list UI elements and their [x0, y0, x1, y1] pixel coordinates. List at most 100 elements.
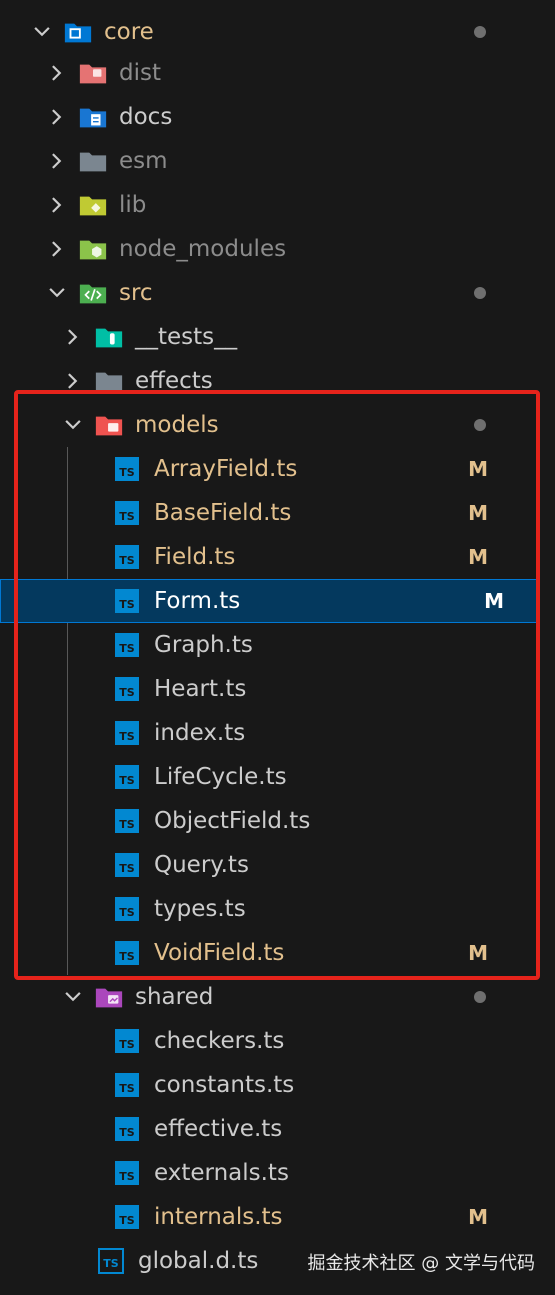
file-label: ArrayField.ts [154, 456, 298, 482]
folder-label: dist [119, 60, 161, 86]
folder-open-icon [93, 983, 125, 1011]
tree-row-file-selected[interactable]: TS Form.ts M [0, 579, 538, 623]
git-modified-badge: M [468, 457, 488, 481]
file-label: types.ts [154, 896, 246, 922]
file-label: LifeCycle.ts [154, 764, 287, 790]
folder-icon [77, 235, 109, 263]
git-modified-badge: M [468, 545, 488, 569]
tree-row-dist[interactable]: dist [0, 51, 538, 95]
file-label: global.d.ts [138, 1248, 259, 1274]
tree-row-tests[interactable]: __tests__ [0, 315, 538, 359]
chevron-right-icon [61, 325, 85, 349]
tree-row-shared[interactable]: shared [0, 975, 538, 1019]
folder-label: src [119, 280, 153, 306]
tree-row-file[interactable]: TS constants.ts [0, 1063, 538, 1107]
svg-text:TS: TS [119, 862, 135, 875]
chevron-right-icon [61, 369, 85, 393]
file-label: Heart.ts [154, 676, 247, 702]
chevron-right-icon [45, 193, 69, 217]
folder-label: models [135, 412, 219, 438]
svg-text:TS: TS [119, 686, 135, 699]
typescript-file-icon: TS [115, 545, 139, 569]
folder-icon [77, 147, 109, 175]
tree-row-docs[interactable]: docs [0, 95, 538, 139]
tree-row-esm[interactable]: esm [0, 139, 538, 183]
file-label: Field.ts [154, 544, 236, 570]
folder-label: effects [135, 368, 213, 394]
tree-row-file[interactable]: TS VoidField.ts M [0, 931, 538, 975]
tree-row-models[interactable]: models [0, 403, 538, 447]
chevron-down-icon [61, 985, 85, 1009]
git-modified-badge: M [468, 501, 488, 525]
folder-open-icon [62, 18, 94, 46]
svg-text:TS: TS [119, 774, 135, 787]
tree-row-file[interactable]: TS effective.ts [0, 1107, 538, 1151]
typescript-file-icon: TS [115, 853, 139, 877]
folder-open-icon [93, 411, 125, 439]
file-label: BaseField.ts [154, 500, 292, 526]
folder-icon [93, 367, 125, 395]
tree-row-file[interactable]: TS internals.ts M [0, 1195, 538, 1239]
file-label: Form.ts [154, 588, 241, 614]
tree-row-src[interactable]: src [0, 271, 538, 315]
svg-text:TS: TS [119, 1082, 135, 1095]
tree-row-effects[interactable]: effects [0, 359, 538, 403]
file-label: effective.ts [154, 1116, 283, 1142]
tree-row-file[interactable]: TS externals.ts [0, 1151, 538, 1195]
tree-row-file[interactable]: TS Heart.ts [0, 667, 538, 711]
folder-open-icon [77, 279, 109, 307]
chevron-right-icon [45, 61, 69, 85]
svg-text:TS: TS [119, 818, 135, 831]
tree-row-file[interactable]: TS ArrayField.ts M [0, 447, 538, 491]
tree-row-file[interactable]: TS checkers.ts [0, 1019, 538, 1063]
tree-row-file[interactable]: TS types.ts [0, 887, 538, 931]
svg-text:TS: TS [119, 642, 135, 655]
folder-icon [77, 103, 109, 131]
file-label: externals.ts [154, 1160, 289, 1186]
tree-row-file[interactable]: TS ObjectField.ts [0, 799, 538, 843]
chevron-right-icon [45, 237, 69, 261]
folder-icon [77, 59, 109, 87]
svg-text:TS: TS [119, 1126, 135, 1139]
chevron-right-icon [45, 105, 69, 129]
svg-text:TS: TS [119, 554, 135, 567]
tree-row-file[interactable]: TS Query.ts [0, 843, 538, 887]
modified-dot [474, 991, 486, 1003]
tree-row-file[interactable]: TS Field.ts M [0, 535, 538, 579]
tree-row-file[interactable]: TS index.ts [0, 711, 538, 755]
typescript-file-icon: TS [115, 1117, 139, 1141]
tree-row-core[interactable]: core [0, 10, 538, 54]
chevron-down-icon [30, 20, 54, 44]
file-label: Query.ts [154, 852, 249, 878]
chevron-right-icon [45, 149, 69, 173]
tree-row-file[interactable]: TS BaseField.ts M [0, 491, 538, 535]
typescript-file-icon: TS [115, 765, 139, 789]
tree-row-lib[interactable]: lib [0, 183, 538, 227]
typescript-file-icon: TS [115, 1073, 139, 1097]
svg-text:TS: TS [119, 466, 135, 479]
typescript-file-icon: TS [115, 457, 139, 481]
tree-row-file[interactable]: TS Graph.ts [0, 623, 538, 667]
tree-row-file[interactable]: TS LifeCycle.ts [0, 755, 538, 799]
file-label: index.ts [154, 720, 246, 746]
folder-label: shared [135, 984, 214, 1010]
chevron-down-icon [61, 413, 85, 437]
svg-text:TS: TS [119, 598, 135, 611]
file-label: Graph.ts [154, 632, 253, 658]
file-label: constants.ts [154, 1072, 295, 1098]
typescript-file-icon: TS [115, 1161, 139, 1185]
folder-icon [93, 323, 125, 351]
modified-dot [474, 287, 486, 299]
svg-text:TS: TS [119, 906, 135, 919]
tree-row-node-modules[interactable]: node_modules [0, 227, 538, 271]
folder-label: __tests__ [135, 324, 238, 350]
file-label: internals.ts [154, 1204, 283, 1230]
typescript-file-icon: TS [115, 941, 139, 965]
git-modified-badge: M [468, 941, 488, 965]
svg-text:TS: TS [103, 1257, 119, 1270]
folder-label: esm [119, 148, 168, 174]
folder-icon [77, 191, 109, 219]
file-label: VoidField.ts [154, 940, 285, 966]
typescript-file-icon: TS [98, 1248, 124, 1274]
git-modified-badge: M [484, 589, 504, 613]
